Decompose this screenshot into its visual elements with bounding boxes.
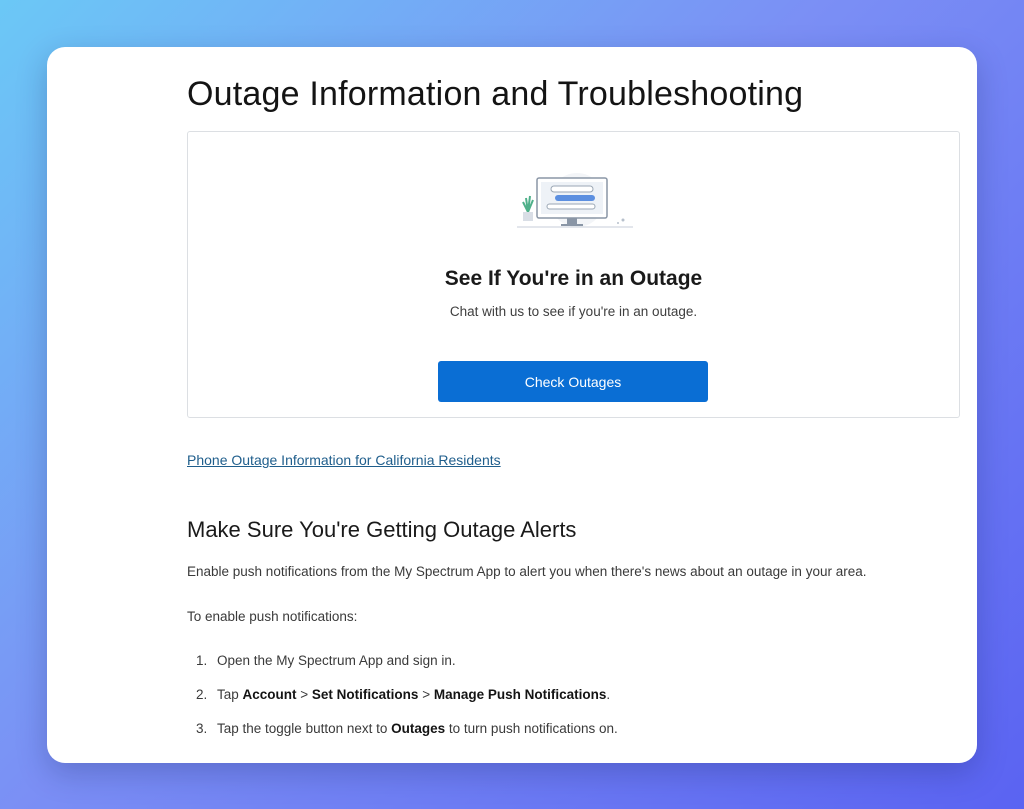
list-item: 1. Open the My Spectrum App and sign in. [187,653,618,687]
page-title: Outage Information and Troubleshooting [187,75,804,113]
step-bold-account: Account [242,687,297,702]
content-card: Outage Information and Troubleshooting S… [47,47,977,763]
enable-notifications-label: To enable push notifications: [187,609,358,624]
step-text-pre: Tap the toggle button next to [217,721,392,736]
step-bold-manage-push: Manage Push Notifications [433,687,607,702]
outage-check-panel: See If You're in an Outage Chat with us … [187,131,960,418]
step-bold-outages: Outages [391,721,446,736]
step-text-post: . [606,687,611,702]
california-outage-link[interactable]: Phone Outage Information for California … [187,452,501,468]
list-item: 3. Tap the toggle button next to Outages… [187,721,618,755]
computer-chat-illustration-icon [517,173,633,228]
step-separator: > [296,687,312,702]
step-number: 1. [196,653,208,668]
step-text-post: to turn push notifications on. [445,721,618,736]
list-item: 2. Tap Account > Set Notifications > Man… [187,687,618,721]
step-number: 3. [196,721,208,736]
step-separator: > [418,687,434,702]
alerts-intro-text: Enable push notifications from the My Sp… [187,564,867,579]
step-bold-set-notifications: Set Notifications [311,687,419,702]
notification-steps-list: 1. Open the My Spectrum App and sign in.… [187,653,618,755]
step-number: 2. [196,687,208,702]
step-text: Open the My Spectrum App and sign in. [217,653,456,668]
outage-check-subtext: Chat with us to see if you're in an outa… [449,304,698,319]
step-text-pre: Tap [217,687,243,702]
outage-alerts-heading: Make Sure You're Getting Outage Alerts [187,517,577,542]
check-outages-button[interactable]: Check Outages [438,361,708,402]
outage-check-heading: See If You're in an Outage [444,267,703,290]
